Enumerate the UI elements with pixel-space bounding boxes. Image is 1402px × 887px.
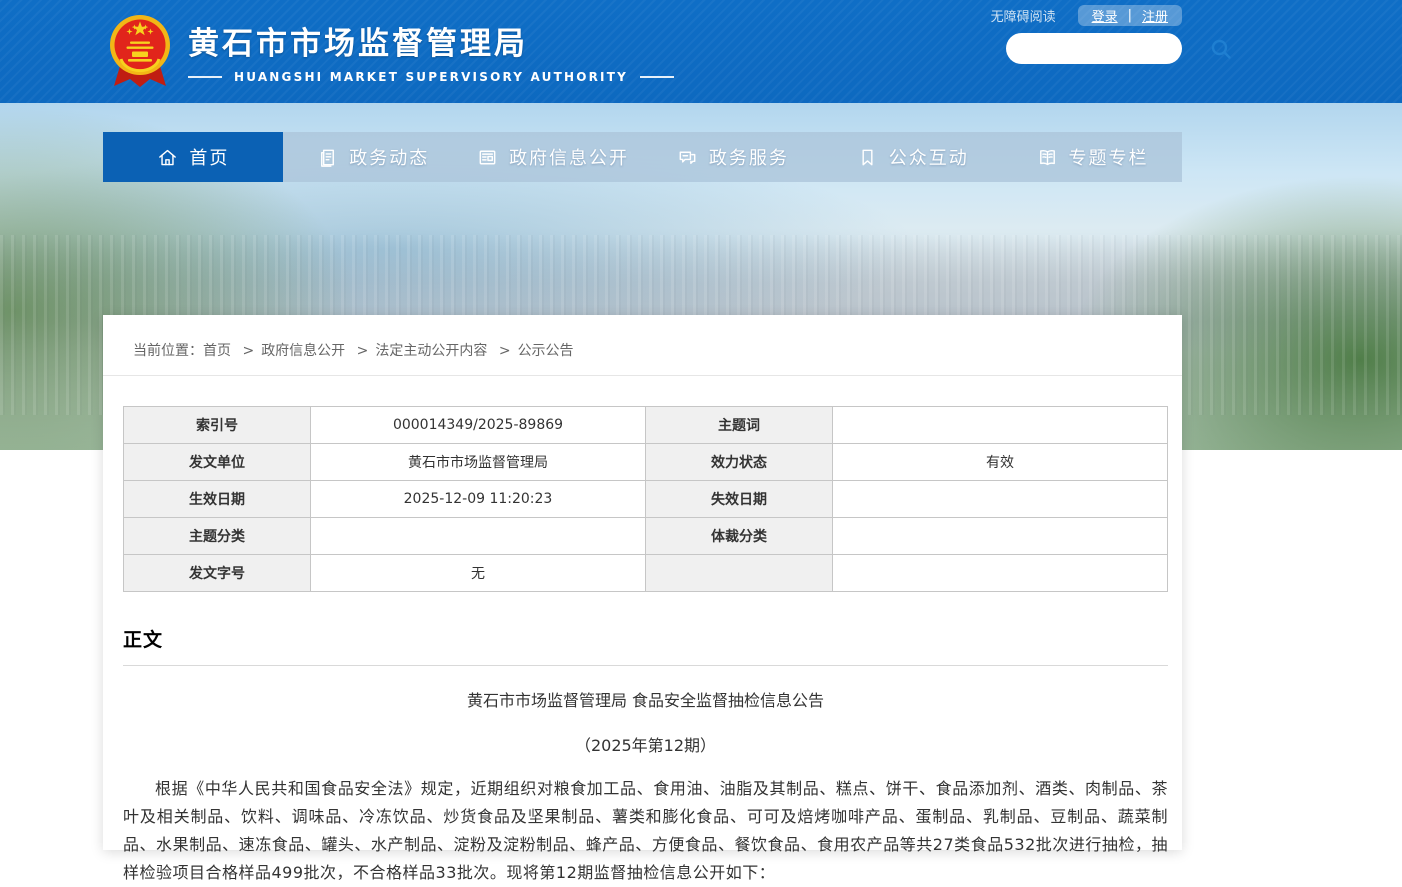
meta-label-issuing-unit: 发文单位 xyxy=(124,444,311,481)
auth-pill: 登录 | 注册 xyxy=(1078,5,1182,26)
meta-label-empty xyxy=(646,555,833,592)
table-row: 索引号 000014349/2025-89869 主题词 xyxy=(124,407,1168,444)
meta-value-document-number: 无 xyxy=(311,555,646,592)
meta-label-effective-date: 生效日期 xyxy=(124,481,311,518)
site-header: 黄石市市场监督管理局 HUANGSHI MARKET SUPERVISORY A… xyxy=(0,0,1402,103)
main-nav: 首页 政务动态 政府信息公开 政务服务 公众互动 xyxy=(103,132,1182,182)
meta-label-genre-category: 体裁分类 xyxy=(646,518,833,555)
meta-value-validity-status: 有效 xyxy=(833,444,1168,481)
breadcrumb: 当前位置：首页 > 政府信息公开 > 法定主动公开内容 > 公示公告 xyxy=(103,315,1182,376)
national-emblem-logo xyxy=(108,12,172,92)
search-input[interactable] xyxy=(1006,33,1209,64)
nav-item-gov-services[interactable]: 政务服务 xyxy=(642,132,822,182)
meta-value-issuing-unit: 黄石市市场监督管理局 xyxy=(311,444,646,481)
breadcrumb-separator: > xyxy=(499,343,511,359)
meta-label-expiry-date: 失效日期 xyxy=(646,481,833,518)
accessibility-reading-link[interactable]: 无障碍阅读 xyxy=(991,6,1056,25)
subtitle-dash-left xyxy=(188,76,222,78)
bookmark-icon xyxy=(856,146,879,169)
article-section-heading: 正文 xyxy=(123,625,1168,666)
breadcrumb-separator: > xyxy=(357,343,369,359)
breadcrumb-separator: > xyxy=(242,343,254,359)
nav-item-gov-news[interactable]: 政务动态 xyxy=(283,132,463,182)
breadcrumb-prefix: 当前位置： xyxy=(133,343,203,359)
meta-value-subject-word xyxy=(833,407,1168,444)
meta-label-validity-status: 效力状态 xyxy=(646,444,833,481)
auth-separator: | xyxy=(1128,8,1132,23)
document-meta-table: 索引号 000014349/2025-89869 主题词 发文单位 黄石市市场监… xyxy=(123,406,1168,592)
meta-value-effective-date: 2025-12-09 11:20:23 xyxy=(311,481,646,518)
table-row: 发文单位 黄石市市场监督管理局 效力状态 有效 xyxy=(124,444,1168,481)
breadcrumb-item-statutory-content[interactable]: 法定主动公开内容 xyxy=(375,343,487,359)
article-body-paragraph: 根据《中华人民共和国食品安全法》规定，近期组织对粮食加工品、食用油、油脂及其制品… xyxy=(123,775,1168,887)
table-row: 生效日期 2025-12-09 11:20:23 失效日期 xyxy=(124,481,1168,518)
nav-item-label: 专题专栏 xyxy=(1069,144,1149,170)
meta-value-genre-category xyxy=(833,518,1168,555)
meta-value-expiry-date xyxy=(833,481,1168,518)
meta-label-subject-word: 主题词 xyxy=(646,407,833,444)
breadcrumb-item-info-disclosure[interactable]: 政府信息公开 xyxy=(261,343,345,359)
nav-item-label: 政务服务 xyxy=(709,144,789,170)
nav-item-label: 政府信息公开 xyxy=(509,144,629,170)
meta-label-document-number: 发文字号 xyxy=(124,555,311,592)
meta-value-empty xyxy=(833,555,1168,592)
nav-item-label: 政务动态 xyxy=(349,144,429,170)
content-panel: 当前位置：首页 > 政府信息公开 > 法定主动公开内容 > 公示公告 索引号 0000… xyxy=(103,315,1182,850)
meta-value-subject-category xyxy=(311,518,646,555)
article-title: 黄石市市场监督管理局 食品安全监督抽检信息公告 xyxy=(123,687,1168,711)
login-link[interactable]: 登录 xyxy=(1092,6,1118,25)
register-link[interactable]: 注册 xyxy=(1142,6,1168,25)
nav-item-public-interaction[interactable]: 公众互动 xyxy=(822,132,1002,182)
service-chat-icon xyxy=(676,146,699,169)
nav-item-info-disclosure[interactable]: 政府信息公开 xyxy=(463,132,643,182)
nav-item-label: 公众互动 xyxy=(889,144,969,170)
nav-item-home[interactable]: 首页 xyxy=(103,132,283,182)
info-disclosure-icon xyxy=(476,146,499,169)
table-row: 发文字号 无 xyxy=(124,555,1168,592)
breadcrumb-item-announcements[interactable]: 公示公告 xyxy=(518,343,574,359)
book-icon xyxy=(1036,146,1059,169)
site-search-box xyxy=(1006,33,1182,64)
nav-item-special-topics[interactable]: 专题专栏 xyxy=(1002,132,1182,182)
news-icon xyxy=(316,146,339,169)
article-issue-number: （2025年第12期） xyxy=(123,732,1168,756)
nav-item-label: 首页 xyxy=(189,144,229,170)
site-brand[interactable]: 黄石市市场监督管理局 HUANGSHI MARKET SUPERVISORY A… xyxy=(108,12,674,92)
search-icon[interactable] xyxy=(1209,37,1233,61)
table-row: 主题分类 体裁分类 xyxy=(124,518,1168,555)
meta-label-subject-category: 主题分类 xyxy=(124,518,311,555)
home-icon xyxy=(156,146,179,169)
article-section: 正文 黄石市市场监督管理局 食品安全监督抽检信息公告 （2025年第12期） 根… xyxy=(103,625,1182,887)
meta-value-index-number: 000014349/2025-89869 xyxy=(311,407,646,444)
site-subtitle: HUANGSHI MARKET SUPERVISORY AUTHORITY xyxy=(234,70,628,84)
breadcrumb-item-home[interactable]: 首页 xyxy=(203,343,231,359)
site-title: 黄石市市场监督管理局 xyxy=(188,26,674,63)
subtitle-dash-right xyxy=(640,76,674,78)
meta-label-index-number: 索引号 xyxy=(124,407,311,444)
